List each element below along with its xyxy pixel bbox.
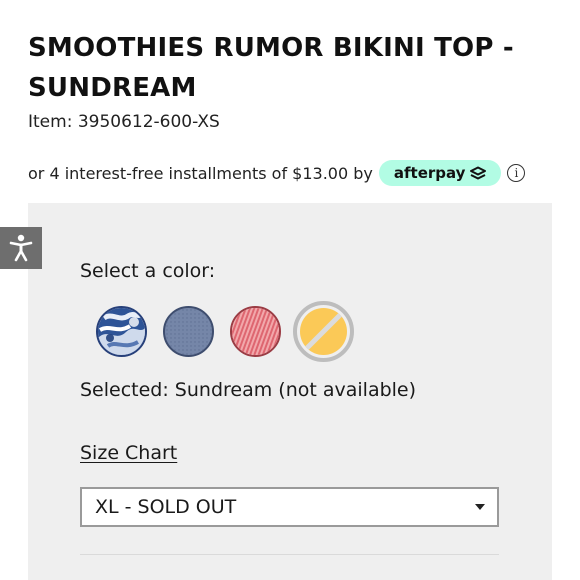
tiedye-pattern: [98, 308, 145, 355]
size-chart-link[interactable]: Size Chart: [80, 442, 177, 464]
chevron-down-icon: [475, 504, 485, 510]
size-select-value: XL - SOLD OUT: [95, 496, 237, 518]
divider: [80, 554, 499, 555]
accessibility-person-icon: [9, 234, 33, 262]
accessibility-button[interactable]: [0, 227, 42, 269]
coral-stripe-pattern: [232, 308, 279, 355]
sundream-swatch-fill: [300, 308, 347, 355]
info-icon[interactable]: i: [507, 164, 526, 182]
color-swatch-slate-blue[interactable]: [163, 306, 214, 357]
color-swatch-blue-tiedye[interactable]: [96, 306, 147, 357]
selected-color-status: Selected: Sundream (not available): [80, 379, 417, 401]
color-swatch-coral-stripe[interactable]: [230, 306, 281, 357]
afterpay-badge-label: afterpay: [393, 164, 466, 182]
afterpay-logo: afterpay: [378, 160, 502, 186]
afterpay-text: or 4 interest-free installments of $13.0…: [28, 163, 373, 183]
size-select[interactable]: XL - SOLD OUT: [80, 487, 499, 527]
afterpay-arrows-icon: [470, 166, 487, 180]
item-number: Item: 3950612-600-XS: [28, 112, 220, 132]
afterpay-installments: or 4 interest-free installments of $13.0…: [28, 160, 526, 186]
select-color-label: Select a color:: [80, 260, 216, 282]
color-swatch-sundream[interactable]: [293, 301, 354, 362]
product-page: SMOOTHIES RUMOR BIKINI TOP - SUNDREAM It…: [0, 0, 580, 580]
slate-texture: [165, 308, 212, 355]
product-title: SMOOTHIES RUMOR BIKINI TOP - SUNDREAM: [28, 33, 514, 103]
